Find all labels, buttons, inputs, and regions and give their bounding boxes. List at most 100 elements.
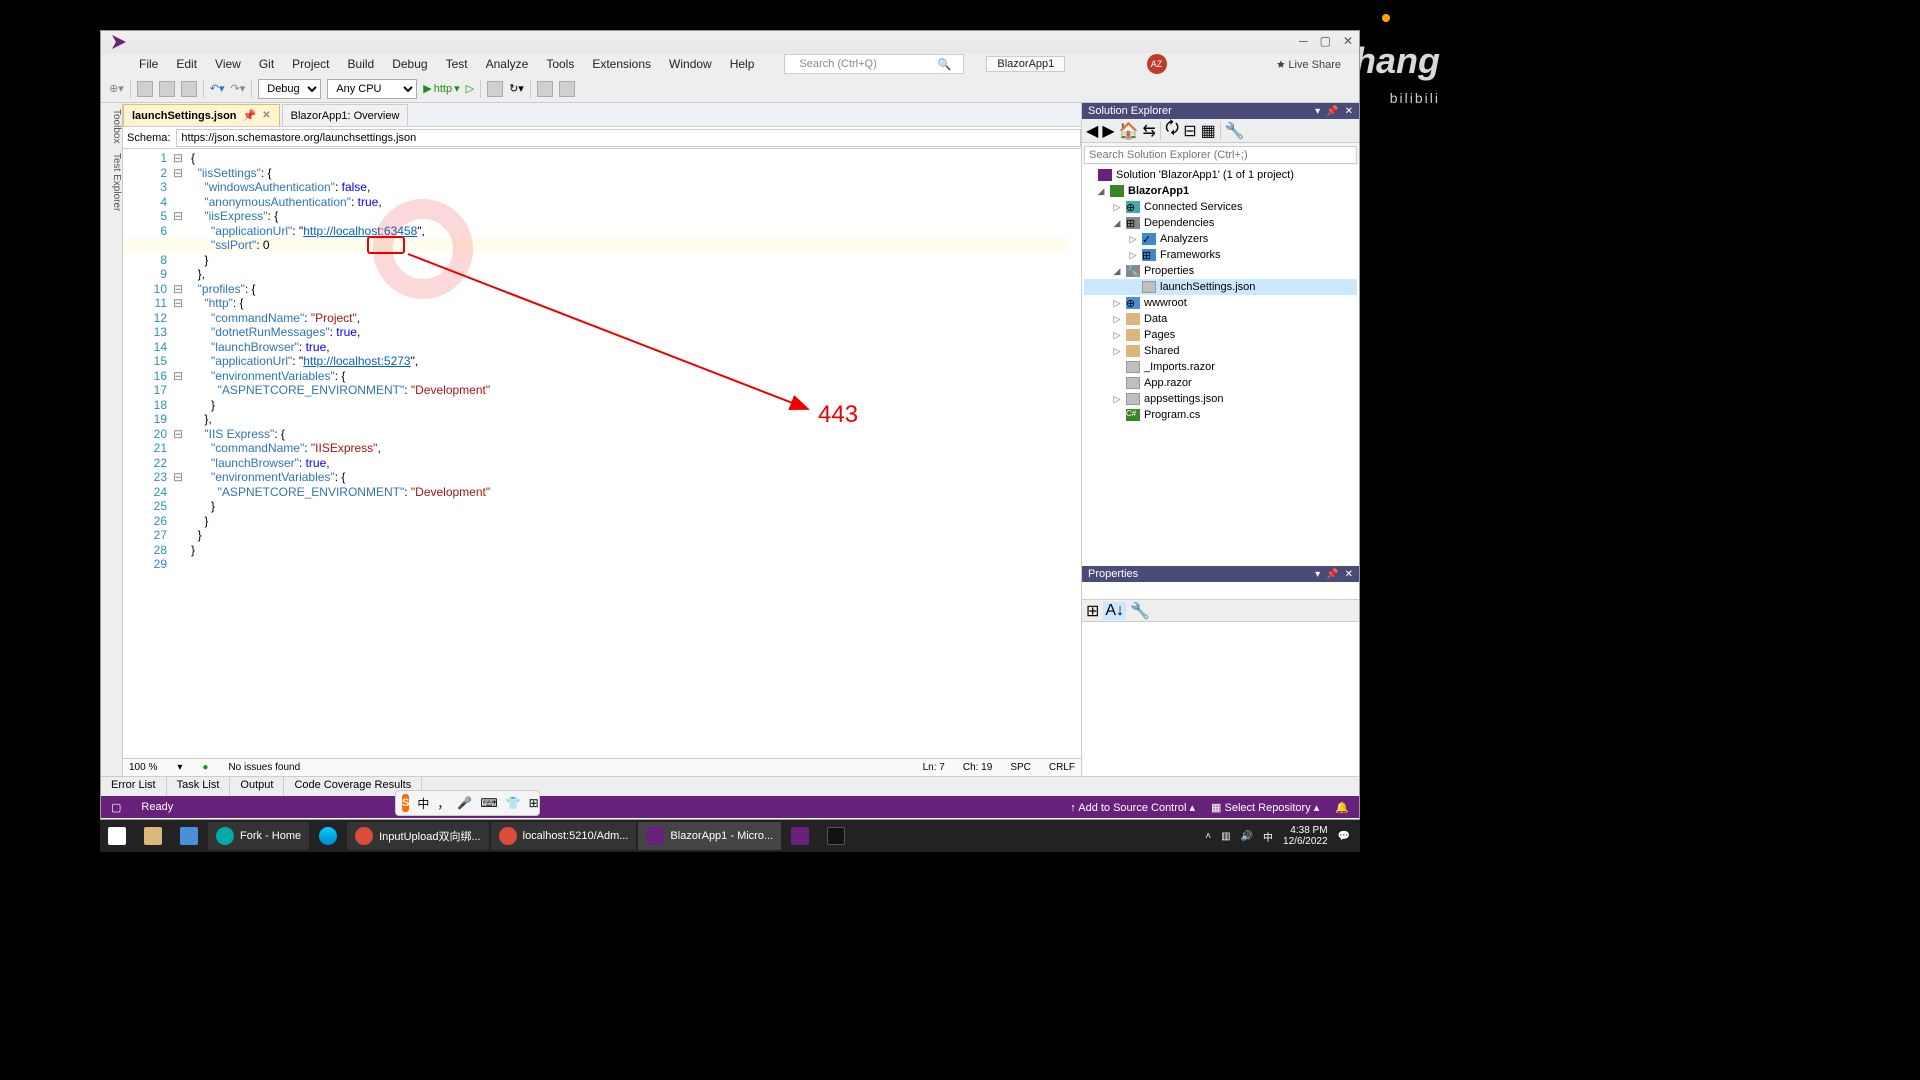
menu-edit[interactable]: Edit [168,55,205,73]
system-tray[interactable]: ˄ ▥ 🔊 中 4:38 PM 12/6/2022 💬 [1205,825,1360,847]
collapse-icon[interactable]: ⊟ [1183,121,1196,141]
terminal-icon[interactable] [819,822,853,850]
tree-item[interactable]: ▷Data [1084,311,1357,327]
project-node[interactable]: ◢BlazorApp1 [1084,183,1357,199]
window-controls[interactable]: ─ ▢ ✕ [1299,34,1353,48]
run-no-debug-icon[interactable]: ▷ [466,82,474,95]
tree-item[interactable]: ▷⊕wwwroot [1084,295,1357,311]
toolbar-btn[interactable]: ↻▾ [509,82,524,95]
ime-punct[interactable]: ， [437,795,449,812]
undo-icon[interactable]: ↶▾ [210,82,225,95]
keyboard-icon[interactable]: ⌨ [480,796,497,810]
menu-analyze[interactable]: Analyze [478,55,537,73]
clock-date[interactable]: 12/6/2022 [1283,836,1328,847]
tree-item[interactable]: ▷✓Analyzers [1084,231,1357,247]
menu-debug[interactable]: Debug [384,55,435,73]
clock-time[interactable]: 4:38 PM [1283,825,1328,836]
mic-icon[interactable]: 🎤 [457,796,472,810]
menu-view[interactable]: View [207,55,249,73]
categorize-icon[interactable]: ⊞ [1086,601,1099,621]
menu-file[interactable]: File [131,55,166,73]
tree-item[interactable]: ▷⊕Connected Services [1084,199,1357,215]
menu-help[interactable]: Help [722,55,763,73]
platform-dropdown[interactable]: Any CPU [327,79,417,99]
tab-overview[interactable]: BlazorApp1: Overview [282,104,409,126]
edge-icon[interactable] [311,822,345,850]
save-icon[interactable] [159,81,175,97]
menu-project[interactable]: Project [284,55,337,73]
schema-input[interactable] [176,129,1081,147]
tree-item[interactable]: _Imports.razor [1084,359,1357,375]
toolbar-btn[interactable] [537,81,553,97]
dropdown-icon[interactable]: ▾ [1315,569,1320,580]
tree-item[interactable]: ▷appsettings.json [1084,391,1357,407]
grid-icon[interactable]: ⊞ [529,796,539,810]
error-list-tab[interactable]: Error List [101,777,167,796]
tree-item[interactable]: ▷Pages [1084,327,1357,343]
bell-icon[interactable]: 🔔 [1335,801,1349,814]
tree-item[interactable]: ▷⊞Frameworks [1084,247,1357,263]
run-button[interactable]: http ▾ [423,82,459,95]
explorer-icon[interactable] [136,822,170,850]
select-repo[interactable]: ▦ Select Repository ▴ [1211,801,1319,814]
solution-tree[interactable]: Solution 'BlazorApp1' (1 of 1 project) ◢… [1082,165,1359,566]
minimize-icon[interactable]: ─ [1299,34,1308,48]
menu-git[interactable]: Git [251,55,282,73]
tree-item[interactable]: C#Program.cs [1084,407,1357,423]
live-share-button[interactable]: 🟊 Live Share [1269,54,1349,75]
menu-test[interactable]: Test [438,55,476,73]
maximize-icon[interactable]: ▢ [1320,34,1331,48]
tree-item[interactable]: ▷Shared [1084,343,1357,359]
menu-extensions[interactable]: Extensions [584,55,659,73]
test-explorer-tab[interactable]: Test Explorer [101,153,122,211]
code-editor[interactable]: 1234567891011121314151617181920212223242… [123,149,1081,758]
zoom-level[interactable]: 100 % [129,762,157,773]
search-input[interactable]: Search (Ctrl+Q) 🔍 [784,54,964,74]
pin-icon[interactable]: 📌 [1326,106,1338,117]
tree-item[interactable]: ◢🔧Properties [1084,263,1357,279]
start-button[interactable]: ⊞ [100,822,134,850]
taskbar-item[interactable]: Fork - Home [208,822,309,850]
solution-node[interactable]: Solution 'BlazorApp1' (1 of 1 project) [1084,167,1357,183]
pin-icon[interactable]: 📌 [1326,569,1338,580]
menu-tools[interactable]: Tools [538,55,582,73]
ime-lang[interactable]: 中 [417,795,429,812]
solution-search[interactable] [1082,143,1359,165]
open-icon[interactable] [137,81,153,97]
tray-icon[interactable]: ▥ [1221,831,1230,842]
skin-icon[interactable]: 👕 [506,796,521,810]
issues-status[interactable]: No issues found [228,762,300,773]
save-all-icon[interactable] [181,81,197,97]
notifications-icon[interactable]: 💬 [1338,831,1350,842]
close-icon[interactable]: ✕ [1343,34,1353,48]
show-all-icon[interactable]: ▦ [1201,121,1216,141]
wrench-icon[interactable]: 🔧 [1130,601,1150,621]
sync-icon[interactable]: ⇆ [1143,121,1156,141]
toolbar-btn[interactable] [559,81,575,97]
close-icon[interactable]: ✕ [1345,106,1353,117]
toolbar-btn[interactable] [487,81,503,97]
pin-icon[interactable]: 📌 [243,109,257,122]
taskbar-item[interactable]: BlazorApp1 - Micro... [638,822,781,850]
user-avatar[interactable]: AZ [1147,54,1167,74]
taskbar-item[interactable] [783,822,817,850]
windows-taskbar[interactable]: ⊞ Fork - Home InputUpload双向绑... localhos… [100,820,1360,852]
task-list-tab[interactable]: Task List [167,777,231,796]
close-tab-icon[interactable]: ✕ [262,110,270,121]
taskbar-item[interactable] [172,822,206,850]
close-icon[interactable]: ✕ [1345,569,1353,580]
config-dropdown[interactable]: Debug [258,79,321,99]
add-source-control[interactable]: ↑ Add to Source Control ▴ [1070,801,1195,814]
taskbar-item[interactable]: InputUpload双向绑... [347,822,489,850]
menu-build[interactable]: Build [340,55,383,73]
home-icon[interactable]: 🏠 [1119,121,1139,141]
tree-item[interactable]: App.razor [1084,375,1357,391]
tree-item[interactable]: ◢⊞Dependencies [1084,215,1357,231]
menu-window[interactable]: Window [661,55,720,73]
tray-chevron-icon[interactable]: ˄ [1205,831,1211,842]
solution-name-badge[interactable]: BlazorApp1 [986,56,1065,72]
ime-toolbar[interactable]: S 中 ， 🎤 ⌨ 👕 ⊞ [395,790,540,816]
solution-search-input[interactable] [1084,146,1357,164]
alpha-icon[interactable]: A↓ [1103,602,1126,620]
back-icon[interactable]: ◀ [1086,121,1098,141]
